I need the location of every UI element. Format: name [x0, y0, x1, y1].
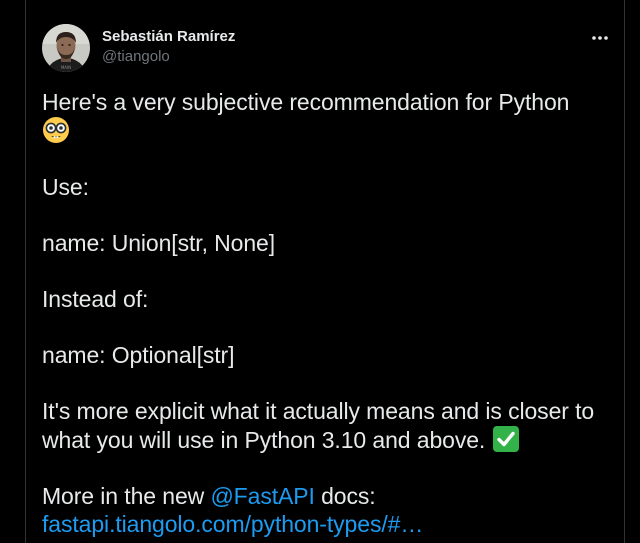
- tweet-url-line: fastapi.tiangolo.com/python-types/#…: [42, 510, 617, 538]
- tweet-explain-text: what you will use in Python 3.10 and abo…: [42, 427, 486, 453]
- tweet-more-suffix: docs:: [321, 483, 376, 509]
- tweet-line: Here's a very subjective recommendation …: [42, 89, 570, 115]
- tweet-code-optional: name: Optional[str]: [42, 342, 235, 368]
- tweet-explain-line-2: what you will use in Python 3.10 and abo…: [42, 425, 617, 454]
- tweet-instead-label: Instead of:: [42, 286, 149, 312]
- author-handle[interactable]: @tiangolo: [102, 47, 235, 67]
- tweet-code-union: name: Union[str, None]: [42, 230, 276, 256]
- avatar[interactable]: MAIN: [42, 24, 90, 72]
- tweet-card: MAIN Sebastián Ramírez @tiangolo Here's …: [25, 0, 625, 543]
- tweet-text: Here's a very subjective recommendation …: [42, 88, 617, 538]
- tweet-more-line: More in the new @FastAPI docs:: [42, 482, 617, 510]
- more-options-button[interactable]: [586, 24, 614, 52]
- svg-text:MAIN: MAIN: [61, 65, 71, 70]
- tweet-more-prefix: More in the new: [42, 483, 205, 509]
- tweet-explain-line: It's more explicit what it actually mean…: [42, 398, 595, 424]
- tweet-use-label: Use:: [42, 174, 89, 200]
- nerd-face-icon: [43, 117, 69, 143]
- author-display-name[interactable]: Sebastián Ramírez: [102, 27, 235, 47]
- check-mark-button-icon: [492, 426, 519, 452]
- tweet-emoji-line: [42, 116, 617, 145]
- docs-url-link[interactable]: fastapi.tiangolo.com/python-types/#…: [42, 511, 423, 537]
- fastapi-mention-link[interactable]: @FastAPI: [210, 483, 314, 509]
- author-info: Sebastián Ramírez @tiangolo: [102, 27, 235, 67]
- more-dots-icon: [592, 36, 608, 40]
